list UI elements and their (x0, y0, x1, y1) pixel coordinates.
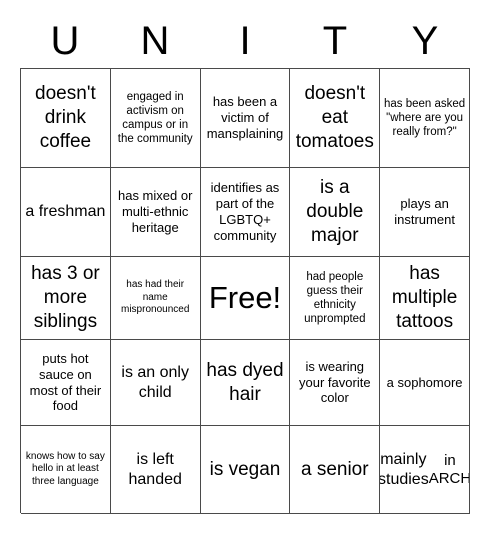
bingo-square-label: doesn't eat tomatoes (295, 83, 374, 152)
bingo-square[interactable]: has been a victim of mansplaining (200, 69, 291, 168)
bingo-square[interactable]: puts hot sauce on most of their food (21, 340, 111, 426)
bingo-square-label: has had their name mispronounced (121, 279, 190, 316)
bingo-square-label: has been a victim of mansplaining (206, 94, 284, 141)
header-letter-3: I (239, 19, 251, 63)
bingo-square[interactable]: has been asked "where are you really fro… (380, 69, 470, 168)
bingo-header: U N I T Y (20, 14, 470, 68)
bingo-square[interactable]: is vegan (200, 426, 291, 514)
bingo-square-label: knows how to say hello in at least three… (25, 450, 105, 487)
header-letter-2: N (140, 19, 170, 63)
bingo-square-label: doesn't drink coffee (35, 83, 96, 152)
bingo-square[interactable]: is left handed (110, 426, 201, 514)
bingo-free-space[interactable]: Free! (200, 257, 291, 340)
bingo-square-label: puts hot sauce on most of their food (29, 350, 102, 414)
bingo-square-label: is a double major (306, 177, 364, 246)
bingo-square[interactable]: has multiple tattoos (380, 257, 470, 340)
bingo-square-label: has multiple tattoos (391, 263, 458, 332)
bingo-square-label: had people guess their ethnicity unpromp… (304, 270, 366, 326)
bingo-square[interactable]: doesn't drink coffee (21, 69, 111, 168)
header-letter-4: T (322, 19, 348, 63)
bingo-square-label: is vegan (209, 458, 281, 480)
bingo-card: U N I T Y doesn't drink coffee engaged in… (0, 0, 500, 544)
bingo-square[interactable]: doesn't eat tomatoes (290, 69, 381, 168)
bingo-square-label: is wearing your favorite color (299, 358, 371, 406)
bingo-square-label: identifies as part of the LGBTQ+ communi… (210, 180, 280, 243)
header-letter-1: U (50, 19, 80, 63)
bingo-square[interactable]: is wearing your favorite color (290, 340, 381, 426)
header-letter-5: Y (411, 19, 439, 63)
bingo-square[interactable]: a sophomore (380, 340, 470, 426)
bingo-square[interactable]: has had their name mispronounced (110, 257, 201, 340)
bingo-square-label: engaged in activism on campus or in the … (117, 90, 193, 146)
bingo-square[interactable]: identifies as part of the LGBTQ+ communi… (200, 168, 291, 257)
bingo-square[interactable]: mainly studies in ARCH (380, 426, 470, 514)
bingo-square-label: Free! (208, 279, 282, 315)
bingo-square[interactable]: engaged in activism on campus or in the … (110, 69, 201, 168)
bingo-square-label: has mixed or multi-ethnic heritage (117, 188, 193, 235)
bingo-square[interactable]: plays an instrument (380, 168, 470, 257)
bingo-square[interactable]: a freshman (21, 168, 111, 257)
bingo-square[interactable]: has mixed or multi-ethnic heritage (110, 168, 201, 257)
bingo-square-label: is an only child (121, 363, 189, 401)
bingo-square-label: has dyed hair (206, 359, 284, 405)
bingo-square[interactable]: is an only child (110, 340, 201, 426)
bingo-square[interactable]: has 3 or more siblings (21, 257, 111, 340)
bingo-square-label: has been asked "where are you really fro… (383, 97, 466, 138)
bingo-square[interactable]: has dyed hair (200, 340, 291, 426)
bingo-square[interactable]: knows how to say hello in at least three… (21, 426, 111, 514)
bingo-square-label: mainly studies (380, 450, 429, 488)
bingo-square[interactable]: is a double major (290, 168, 381, 257)
bingo-square-label: plays an instrument (394, 196, 455, 227)
bingo-square-label: a senior (300, 458, 369, 480)
bingo-square[interactable]: had people guess their ethnicity unpromp… (290, 257, 381, 340)
bingo-square[interactable]: a senior (290, 426, 381, 514)
bingo-square-label: is left handed (128, 450, 182, 488)
bingo-square-sublabel: in ARCH (428, 451, 470, 487)
bingo-grid: doesn't drink coffee engaged in activism … (20, 68, 470, 514)
bingo-square-label: has 3 or more siblings (31, 263, 100, 332)
bingo-square-label: a sophomore (386, 374, 463, 390)
bingo-square-label: a freshman (25, 203, 106, 220)
